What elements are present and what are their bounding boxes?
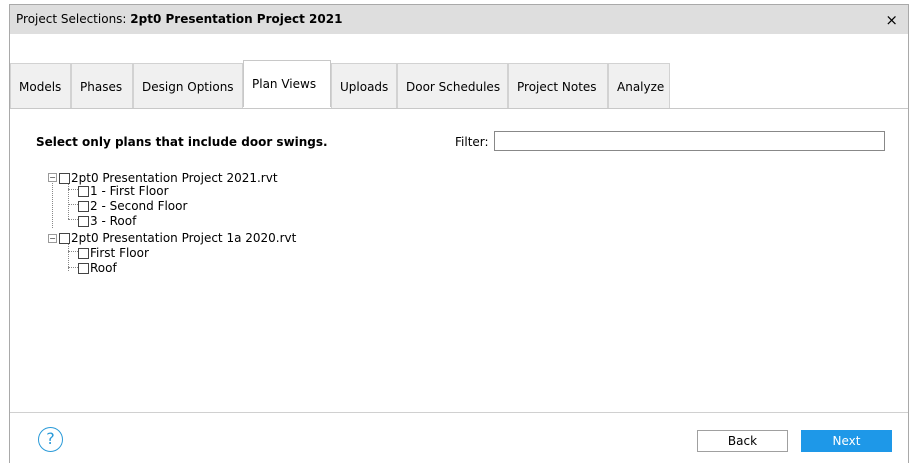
collapse-icon[interactable]: − <box>48 234 57 243</box>
tree-node-first-floor[interactable]: First Floor <box>78 246 149 260</box>
next-button[interactable]: Next <box>801 430 892 452</box>
back-button[interactable]: Back <box>697 430 788 452</box>
tree-node-project-2021[interactable]: 2pt0 Presentation Project 2021.rvt <box>59 171 278 185</box>
tab-analyze[interactable]: Analyze <box>608 63 670 108</box>
tab-label: Project Notes <box>517 80 597 94</box>
tree-connector <box>68 267 78 268</box>
tree-connector <box>68 251 78 252</box>
plan-views-panel: Select only plans that include door swin… <box>10 109 908 411</box>
tab-door-schedules[interactable]: Door Schedules <box>397 63 508 108</box>
checkbox[interactable] <box>59 233 70 244</box>
tree-node-label: First Floor <box>90 246 149 260</box>
tree-node-label: 1 - First Floor <box>90 184 169 198</box>
checkbox[interactable] <box>78 263 89 274</box>
tab-label: Plan Views <box>252 77 317 91</box>
tree-connector <box>68 189 78 190</box>
tree-node-roof[interactable]: Roof <box>78 261 117 275</box>
tree-node-project-1a-2020[interactable]: 2pt0 Presentation Project 1a 2020.rvt <box>59 231 296 245</box>
tab-plan-views[interactable]: Plan Views <box>243 60 331 107</box>
tree-node-label: 2pt0 Presentation Project 1a 2020.rvt <box>71 231 297 245</box>
close-icon[interactable]: × <box>885 11 898 29</box>
title-prefix: Project Selections: <box>16 12 131 26</box>
tree-connector <box>68 219 78 220</box>
dialog-title: Project Selections: 2pt0 Presentation Pr… <box>16 12 342 26</box>
tree-node-roof[interactable]: 3 - Roof <box>78 214 136 228</box>
title-bar: Project Selections: 2pt0 Presentation Pr… <box>10 5 908 34</box>
tab-design-options[interactable]: Design Options <box>133 63 243 108</box>
title-project-name: 2pt0 Presentation Project 2021 <box>130 12 343 26</box>
tab-label: Analyze <box>617 80 665 94</box>
tree-connector <box>52 176 53 228</box>
tree-node-label: 2pt0 Presentation Project 2021.rvt <box>71 171 278 185</box>
tab-label: Uploads <box>340 80 389 94</box>
tab-phases[interactable]: Phases <box>71 63 133 108</box>
tree-node-second-floor[interactable]: 2 - Second Floor <box>78 199 187 213</box>
tab-project-notes[interactable]: Project Notes <box>508 63 608 108</box>
tab-label: Phases <box>80 80 123 94</box>
checkbox[interactable] <box>78 186 89 197</box>
tab-models[interactable]: Models <box>10 63 71 108</box>
tree-node-label: Roof <box>90 261 117 275</box>
collapse-icon[interactable]: − <box>48 173 57 182</box>
tree-connector <box>68 204 78 205</box>
tab-strip: Models Phases Design Options Plan Views … <box>10 60 908 109</box>
checkbox[interactable] <box>78 201 89 212</box>
tab-label: Models <box>19 80 62 94</box>
filter-label: Filter: <box>455 135 489 149</box>
tree-node-label: 2 - Second Floor <box>90 199 188 213</box>
tree-node-first-floor[interactable]: 1 - First Floor <box>78 184 169 198</box>
filter-input[interactable] <box>494 131 885 151</box>
checkbox[interactable] <box>78 248 89 259</box>
dialog-footer: ? Back Next <box>10 412 908 465</box>
tab-label: Door Schedules <box>406 80 501 94</box>
checkbox[interactable] <box>78 216 89 227</box>
project-selections-dialog: Project Selections: 2pt0 Presentation Pr… <box>9 4 909 465</box>
help-icon[interactable]: ? <box>38 427 63 452</box>
instruction-text: Select only plans that include door swin… <box>36 135 328 149</box>
tab-uploads[interactable]: Uploads <box>331 63 397 108</box>
tree-node-label: 3 - Roof <box>90 214 137 228</box>
checkbox[interactable] <box>59 173 70 184</box>
tab-label: Design Options <box>142 80 234 94</box>
